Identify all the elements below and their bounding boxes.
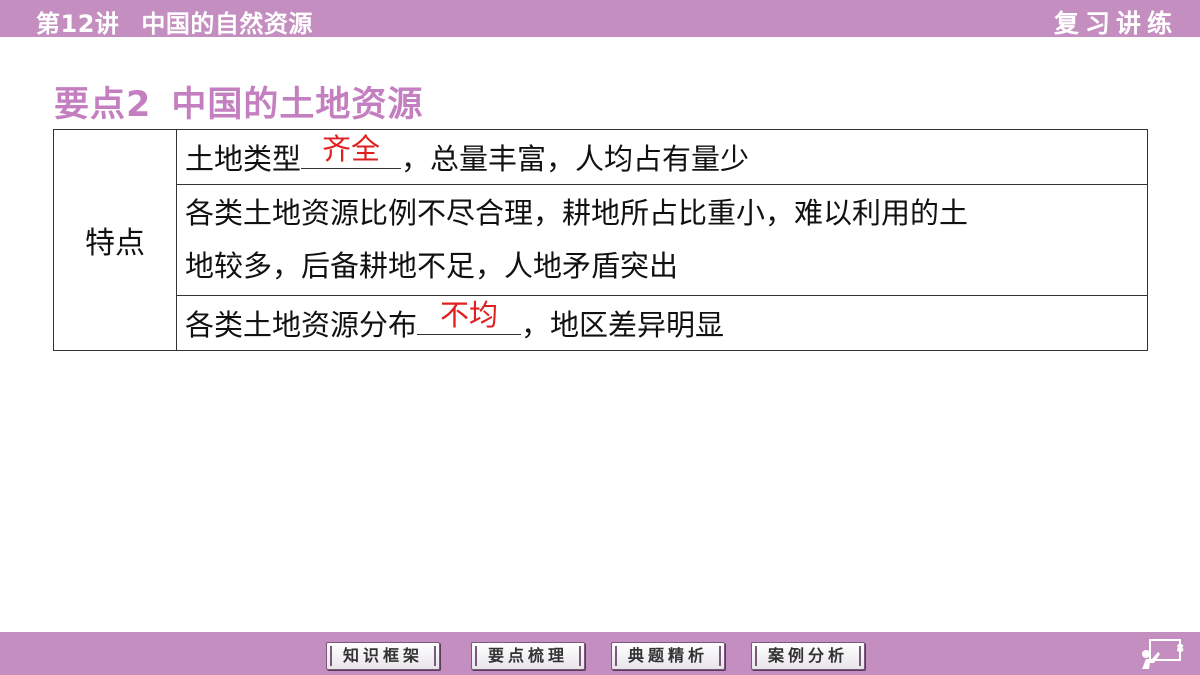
pointer-board-icon[interactable]: 8: [1140, 638, 1186, 670]
table-cell: 各类土地资源比例不尽合理，耕地所占比重小，难以利用的土 地较多，后备耕地不足，人…: [176, 184, 1148, 296]
answer-text: 齐全: [322, 132, 381, 166]
table-row: 特点 土地类型 齐全 ，总量丰富，人均占有量少: [53, 129, 1148, 351]
cell-text: ，地区差异明显: [521, 308, 725, 342]
cell-text: ，总量丰富，人均占有量少: [401, 142, 750, 176]
nav-example-analysis-button[interactable]: 典题精析: [611, 642, 725, 670]
cell-line: 各类土地资源比例不尽合理，耕地所占比重小，难以利用的土: [185, 196, 969, 230]
bottom-nav-bar: 知识框架 要点梳理 典题精析 案例分析 8: [0, 632, 1200, 675]
section-label: 复习讲练: [1053, 9, 1178, 38]
lesson-number: 第12讲: [36, 10, 120, 38]
cell-text: 土地类型: [185, 142, 302, 176]
heading-title: 中国的土地资源: [171, 85, 424, 125]
nav-knowledge-framework-button[interactable]: 知识框架: [326, 642, 440, 670]
table-row: 各类土地资源分布 不均 ，地区差异明显: [54, 295, 1148, 351]
page-heading: 要点2 中国的土地资源: [54, 76, 423, 127]
table-row: 各类土地资源比例不尽合理，耕地所占比重小，难以利用的土 地较多，后备耕地不足，人…: [54, 184, 1148, 296]
features-table: 特点 土地类型 齐全 ，总量丰富，人均占有量少 各类土地资源比例不尽合理，耕地所占比…: [53, 129, 1148, 351]
row-header: 特点: [53, 129, 177, 351]
answer-blank: 齐全: [301, 132, 402, 169]
nav-case-study-button[interactable]: 案例分析: [751, 642, 865, 670]
nav-key-points-button[interactable]: 要点梳理: [471, 642, 585, 670]
table-cell: 土地类型 齐全 ，总量丰富，人均占有量少: [176, 129, 1148, 185]
answer-blank: 不均: [417, 298, 522, 335]
table-cell: 各类土地资源分布 不均 ，地区差异明显: [176, 295, 1148, 351]
cell-text: 各类土地资源分布: [185, 308, 418, 342]
heading-prefix: 要点2: [54, 85, 152, 125]
page-number: 8: [1176, 642, 1184, 655]
lesson-title: 第12讲 中国的自然资源: [36, 4, 313, 39]
cell-line: 地较多，后备耕地不足，人地矛盾突出: [185, 249, 679, 283]
lesson-name: 中国的自然资源: [141, 10, 313, 38]
top-bar: 第12讲 中国的自然资源 复习讲练: [0, 0, 1200, 39]
answer-text: 不均: [440, 298, 499, 332]
